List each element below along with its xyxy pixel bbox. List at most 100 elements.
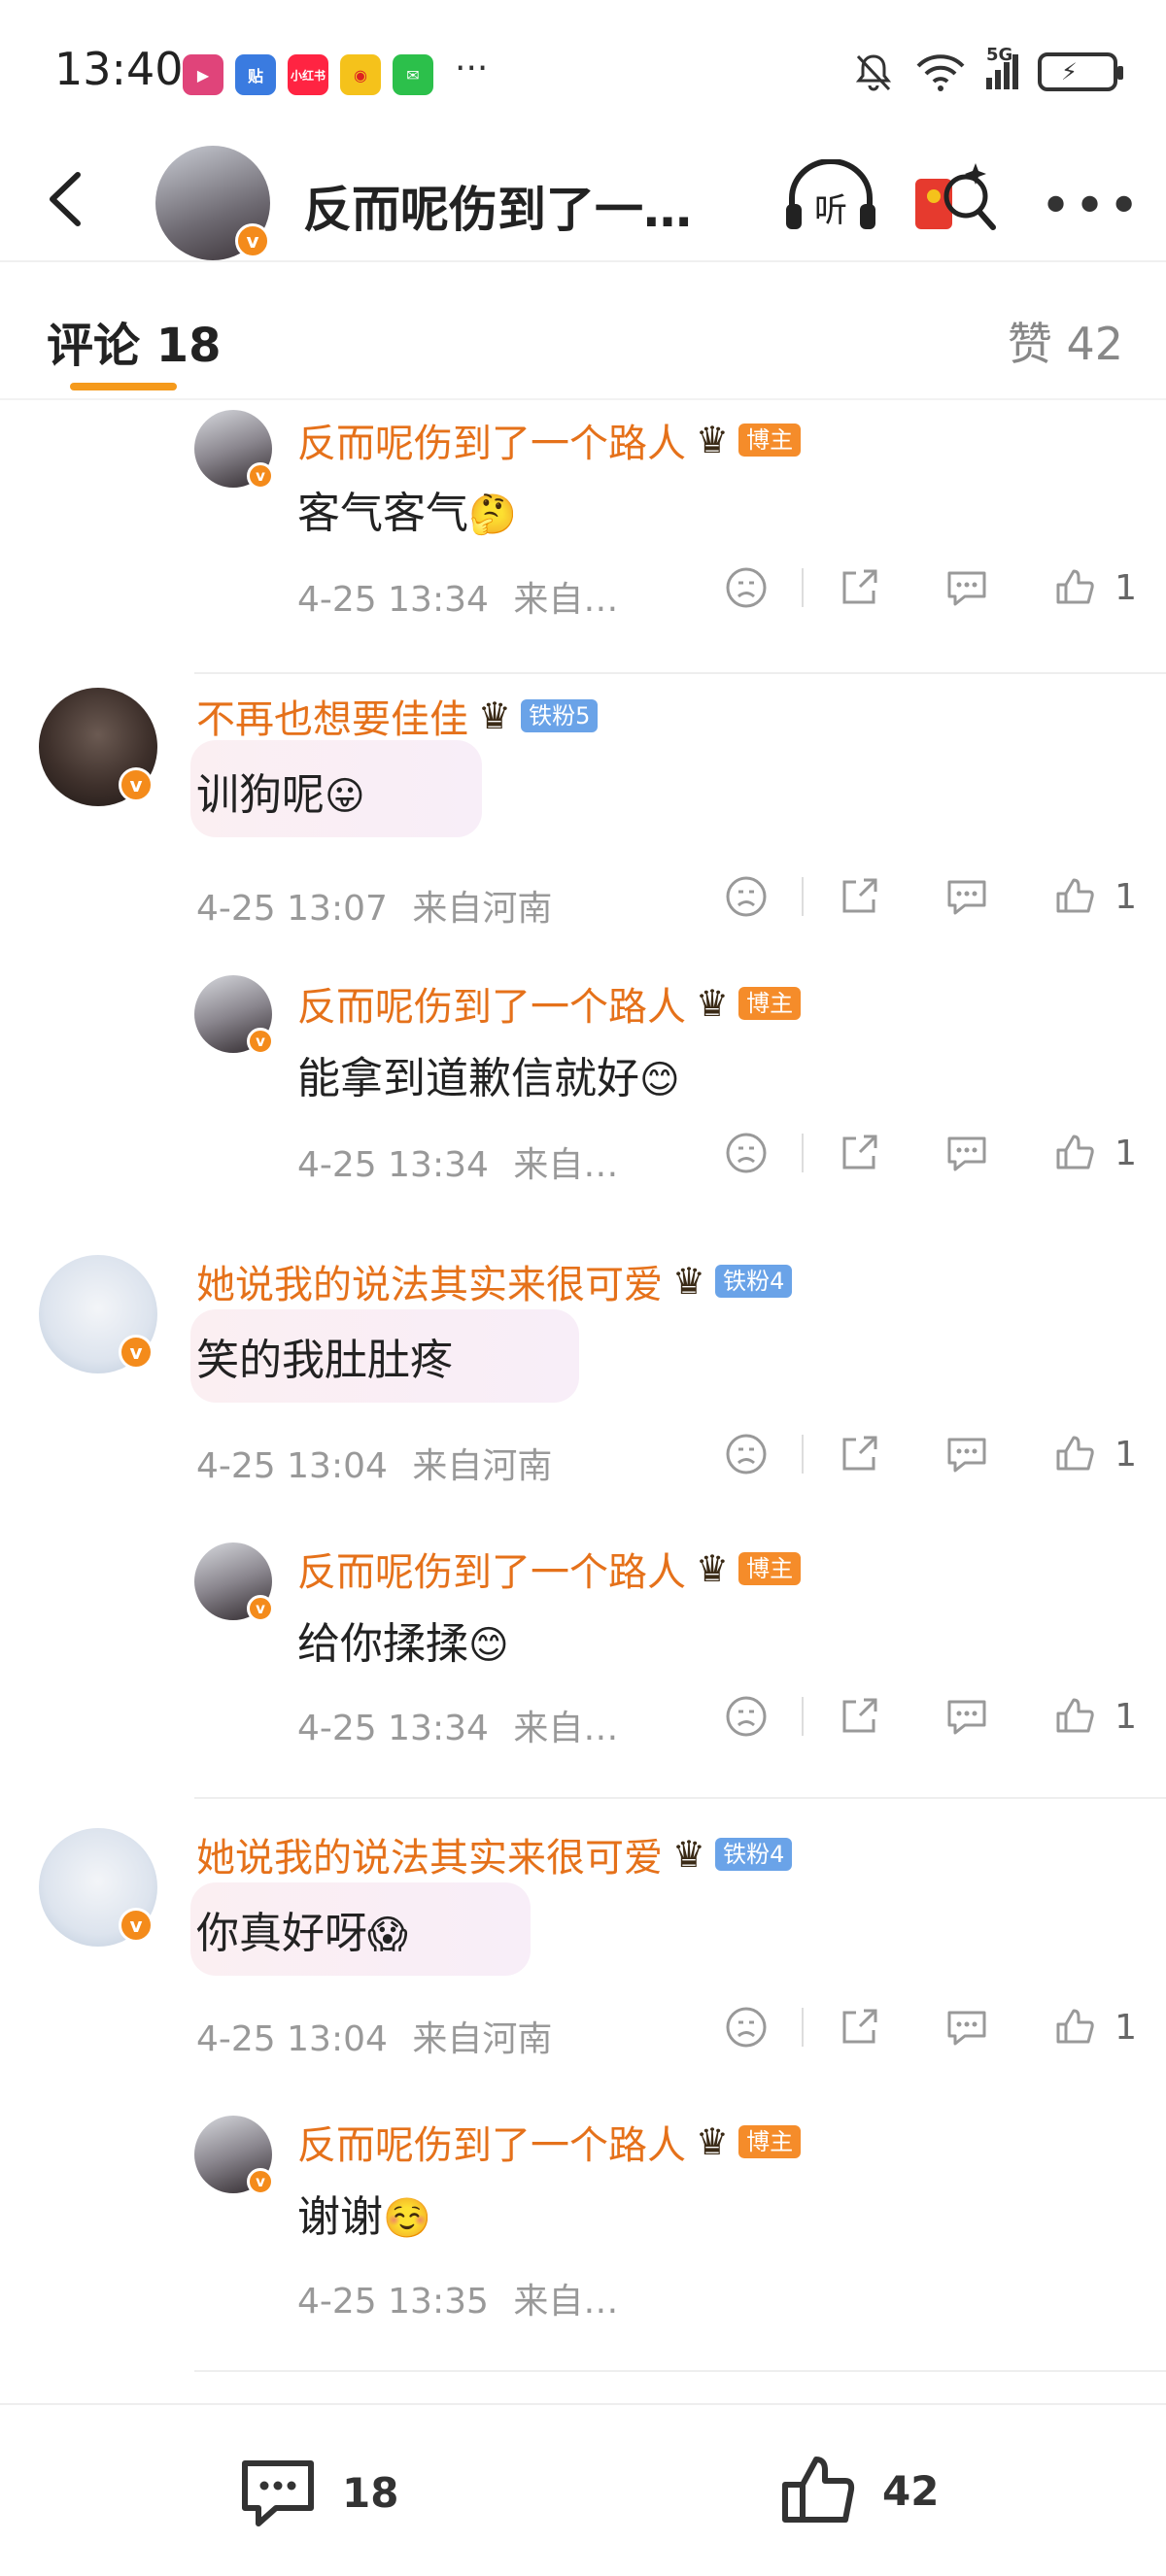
comment-text: 训狗呢😛 [196,760,365,822]
reply-bubble-icon[interactable] [943,2005,990,2050]
like-count: 1 [1115,876,1137,917]
like-count: 1 [1115,1133,1137,1173]
reply-item: v 反而呢伤到了一个路人 ♛ 博主 客气客气🤔 4-25 13:34 来自… 1 [0,402,1166,674]
comment-body: 笑的我肚肚疼 [196,1336,453,1385]
reply-bubble-icon[interactable] [943,1694,990,1739]
reply-bubble-icon[interactable] [943,565,990,610]
bottom-like-count: 42 [882,2466,940,2515]
username[interactable]: 反而呢伤到了一个路人 [297,975,686,1032]
tab-comments[interactable]: 评论 18 [47,307,222,375]
comment-actions: 1 [724,2005,1137,2050]
like-thumb-icon[interactable] [1052,874,1097,919]
avatar[interactable]: v [194,975,274,1055]
username[interactable]: 她说我的说法其实来很可爱 [196,1253,663,1309]
verified-badge-icon: v [247,462,274,490]
mute-bell-icon [855,54,892,91]
like-count: 1 [1115,567,1137,608]
username[interactable]: 她说我的说法其实来很可爱 [196,1826,663,1882]
action-separator [802,2008,805,2047]
like-thumb-icon[interactable] [1052,2005,1097,2050]
share-icon[interactable] [837,1432,881,1476]
share-icon[interactable] [837,1131,881,1175]
username-row: 反而呢伤到了一个路人 ♛ 博主 [297,2114,802,2170]
username[interactable]: 反而呢伤到了一个路人 [297,412,686,468]
dislike-face-icon[interactable] [724,1694,769,1739]
username-row: 反而呢伤到了一个路人 ♛ 博主 [297,1541,802,1597]
share-icon[interactable] [837,1694,881,1739]
weibo-app-icon: ◉ [340,54,381,95]
avatar[interactable]: v [194,2116,274,2195]
video-app-icon: ▶ [183,54,223,95]
bottom-comment-button[interactable]: 18 [237,2456,398,2529]
comment-time: 4-25 13:04 [196,1446,388,1486]
dislike-face-icon[interactable] [724,2005,769,2050]
comment-location: 来自… [513,580,619,620]
emoji: 😊 [639,1058,680,1102]
comment-actions: 1 [724,1131,1137,1175]
share-icon[interactable] [837,565,881,610]
reply-bubble-icon[interactable] [943,1432,990,1476]
comment-text: 你真好呀😱 [196,1898,408,1960]
bottom-like-button[interactable]: 42 [777,2450,939,2531]
comment-location: 来自河南 [412,889,553,929]
like-count: 1 [1115,1696,1137,1737]
username[interactable]: 不再也想要佳佳 [196,688,468,744]
avatar[interactable]: v [39,688,157,806]
comment-location: 来自… [513,1709,619,1748]
comment-text: 能拿到道歉信就好😊 [297,1043,680,1105]
comment-time: 4-25 13:04 [196,2019,388,2059]
fan-badge: 铁粉4 [715,1837,793,1872]
comment-item: v 她说我的说法其实来很可爱 ♛ 铁粉4 你真好呀😱 4-25 13:04 来自… [0,1820,1166,2102]
comment-actions: 1 [724,874,1137,919]
comment-actions: 1 [724,565,1137,610]
dislike-face-icon[interactable] [724,1131,769,1175]
listen-label: 听 [814,191,847,230]
emoji: 😊 [468,1623,509,1668]
comment-meta: 4-25 13:34 来自… [297,571,618,622]
avatar[interactable]: v [39,1828,157,1947]
username[interactable]: 反而呢伤到了一个路人 [297,1541,686,1597]
like-thumb-icon[interactable] [1052,565,1097,610]
network-label: 5G [986,45,1013,65]
avatar[interactable]: v [39,1255,157,1373]
dislike-face-icon[interactable] [724,1432,769,1476]
comment-text: 谢谢☺️ [297,2182,431,2244]
dislike-face-icon[interactable] [724,874,769,919]
reply-bubble-icon[interactable] [943,874,990,919]
bottom-comment-count: 18 [342,2468,399,2517]
share-icon[interactable] [837,874,881,919]
avatar[interactable]: v [194,410,274,490]
share-icon[interactable] [837,2005,881,2050]
author-avatar[interactable]: v [155,146,270,260]
red-packet-search-icon[interactable] [911,157,999,239]
action-separator [802,1435,805,1474]
dislike-face-icon[interactable] [724,565,769,610]
action-separator [802,568,805,607]
back-arrow-icon[interactable] [39,165,97,233]
like-count: 1 [1115,2007,1137,2048]
comment-meta: 4-25 13:07 来自河南 [196,880,552,931]
username-row: 反而呢伤到了一个路人 ♛ 博主 [297,412,802,468]
comment-text: 笑的我肚肚疼 [196,1325,453,1387]
fan-badge: 铁粉4 [715,1264,793,1299]
tab-likes[interactable]: 赞 42 [1008,309,1123,373]
more-options-icon[interactable]: ••• [1040,175,1142,238]
signal-icon: 5G [986,45,1018,89]
comment-location: 来自河南 [412,2019,553,2059]
host-badge: 博主 [738,986,802,1021]
like-thumb-icon[interactable] [1052,1694,1097,1739]
action-separator [802,877,805,916]
reply-bubble-icon[interactable] [943,1131,990,1175]
post-title[interactable]: 反而呢伤到了一个… [303,171,721,241]
comment-meta: 4-25 13:35 来自… [297,2273,618,2323]
emoji: 😛 [325,774,365,819]
comment-location: 来自… [513,2282,619,2322]
comment-meta: 4-25 13:34 来自… [297,1136,618,1187]
wifi-icon [916,54,965,91]
listen-headphones-icon[interactable]: 听 [782,159,879,237]
like-thumb-icon[interactable] [1052,1432,1097,1476]
username[interactable]: 反而呢伤到了一个路人 [297,2114,686,2170]
avatar[interactable]: v [194,1542,274,1622]
like-thumb-icon[interactable] [1052,1131,1097,1175]
battery-icon: ⚡ [1038,52,1123,91]
